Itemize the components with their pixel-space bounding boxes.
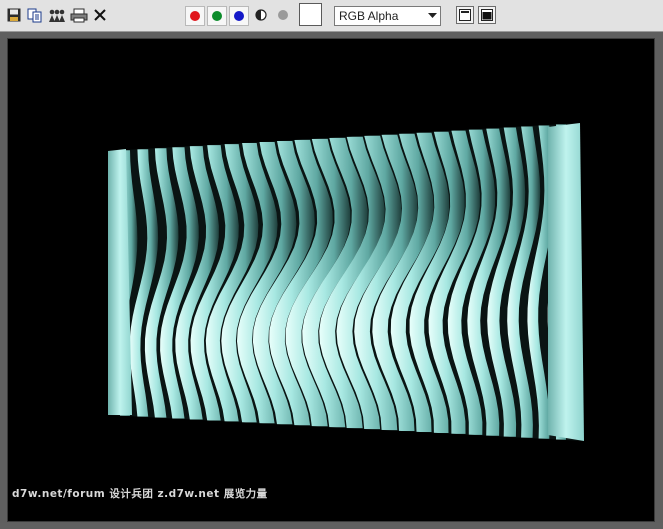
channel-select[interactable]: RGB Alpha <box>334 6 441 26</box>
save-icon[interactable] <box>6 6 22 24</box>
green-dot-icon <box>212 11 222 21</box>
alpha-channel-button[interactable] <box>275 6 291 24</box>
rendered-wave-panel-image <box>108 123 584 441</box>
chevron-down-icon <box>424 7 440 25</box>
blue-dot-icon <box>234 11 244 21</box>
red-dot-icon <box>190 11 200 21</box>
window-bottom-border <box>0 523 663 529</box>
green-channel-button[interactable] <box>207 6 227 26</box>
channel-select-value: RGB Alpha <box>339 9 399 23</box>
red-channel-button[interactable] <box>185 6 205 26</box>
toolbar: RGB Alpha <box>0 0 663 32</box>
blue-channel-button[interactable] <box>229 6 249 26</box>
render-frame-window: RGB Alpha d7w.net/forum 设计兵团 z.d7w.net 展… <box>0 0 663 529</box>
copy-icon[interactable] <box>27 6 43 24</box>
frame-fill-icon <box>481 9 493 21</box>
background-color-swatch[interactable] <box>299 3 322 26</box>
clone-icon[interactable] <box>48 6 66 24</box>
monochrome-button[interactable] <box>253 6 269 24</box>
half-circle-icon <box>255 9 267 21</box>
watermark-text: d7w.net/forum 设计兵团 z.d7w.net 展览力量 <box>12 488 268 500</box>
frame-window-icon <box>459 9 471 21</box>
render-viewport: d7w.net/forum 设计兵团 z.d7w.net 展览力量 <box>7 38 655 522</box>
clear-icon[interactable] <box>92 6 108 24</box>
frame-window-button[interactable] <box>456 6 474 24</box>
print-icon[interactable] <box>70 6 88 24</box>
gray-dot-icon <box>278 10 288 20</box>
frame-fill-button[interactable] <box>478 6 496 24</box>
